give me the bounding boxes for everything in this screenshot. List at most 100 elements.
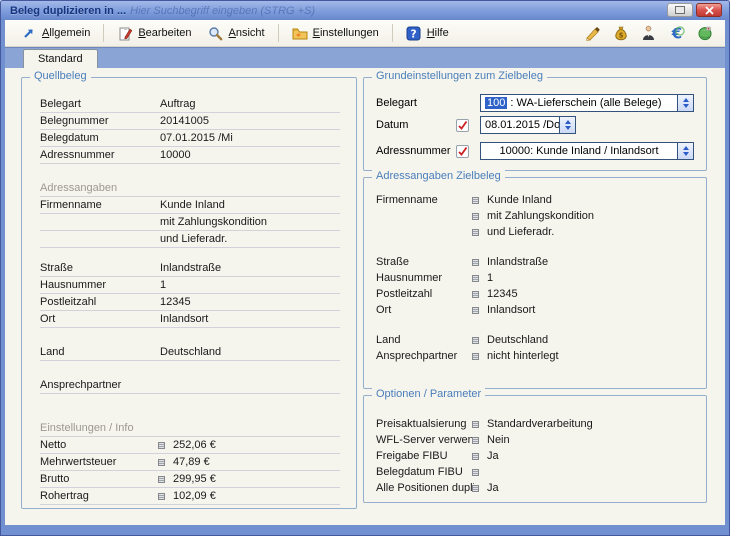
field-value-wrap: und Lieferadr. [474, 226, 554, 238]
menu-hilfe[interactable]: ? Hilfe [398, 23, 457, 43]
restore-button[interactable] [667, 3, 693, 17]
value-bullet-icon [158, 459, 165, 466]
field-row: Postleitzahl12345 [376, 286, 692, 302]
belegart-combobox[interactable]: 100 : WA-Lieferschein (alle Belege) [480, 94, 694, 112]
row-gap [40, 394, 340, 420]
money-bag-icon[interactable]: $ [612, 25, 629, 42]
field-value: Ja [487, 482, 499, 494]
field-value: Deutschland [160, 346, 221, 358]
field-value-wrap: nicht hinterlegt [474, 350, 559, 362]
row-gap [376, 318, 692, 332]
value-bullet-icon [472, 453, 479, 460]
field-value-wrap: und Lieferadr. [160, 233, 227, 245]
field-label: Brutto [40, 473, 160, 485]
field-value: 252,06 € [173, 439, 216, 451]
field-value-wrap: mit Zahlungskondition [160, 216, 267, 228]
value-bullet-icon [472, 437, 479, 444]
datum-checkbox[interactable] [456, 119, 469, 132]
section-header-row: Adressangaben [40, 180, 340, 197]
menu-ansicht[interactable]: Ansicht [200, 23, 273, 43]
red-check-icon [457, 120, 468, 131]
field-row: Alle Positionen duplizieren Ja [376, 480, 692, 496]
field-value-wrap: Inlandsort [474, 304, 535, 316]
spinner-button[interactable] [677, 95, 693, 111]
titlebar[interactable]: Beleg duplizieren in ... Hier Suchbegrif… [1, 1, 729, 20]
content-area: Quellbeleg BelegartAuftragBelegnummer201… [5, 68, 725, 525]
field-value: Nein [487, 434, 510, 446]
customer-icon[interactable] [640, 25, 657, 42]
adressnummer-combobox[interactable]: 10000: Kunde Inland / Inlandsort [480, 142, 694, 160]
field-row: Hausnummer1 [376, 270, 692, 286]
field-value-wrap: Kunde Inland [474, 194, 552, 206]
field-label: Ort [40, 313, 160, 325]
field-value-wrap: Inlandstraße [160, 262, 221, 274]
value-bullet-icon [472, 337, 479, 344]
field-value: Auftrag [160, 98, 195, 110]
field-label: Freigabe FIBU [376, 450, 474, 462]
combo-value: 10000: Kunde Inland / Inlandsort [481, 143, 677, 159]
field-row: LandDeutschland [40, 344, 340, 361]
checkbox-slot [456, 145, 480, 158]
adressnummer-checkbox[interactable] [456, 145, 469, 158]
field-value-wrap: 1 [160, 279, 166, 291]
field-row: Adressnummer10000 [40, 147, 340, 164]
field-value: Kunde Inland [487, 194, 552, 206]
section-header-row: Einstellungen / Info [40, 420, 340, 437]
field-row: Freigabe FIBUJa [376, 448, 692, 464]
field-row: Postleitzahl12345 [40, 294, 340, 311]
value-bullet-icon [472, 213, 479, 220]
tab-standard[interactable]: Standard [23, 49, 98, 68]
value-bullet-icon [472, 291, 479, 298]
value-bullet-icon [472, 229, 479, 236]
field-label: Datum [376, 119, 456, 131]
field-label: Alle Positionen duplizieren [376, 482, 474, 494]
value-bullet-icon [158, 442, 165, 449]
row-gap [40, 328, 340, 344]
field-row: Belegdatum07.01.2015 /Mi [40, 130, 340, 147]
field-row: Brutto299,95 € [40, 471, 340, 488]
menu-bearbeiten[interactable]: Bearbeiten [109, 23, 199, 43]
field-label: Belegart [40, 98, 160, 110]
adressnummer-row: Adressnummer 10000: Kunde Inland / Inlan… [376, 142, 694, 160]
field-row: Ansprechpartner [40, 377, 340, 394]
field-row: StraßeInlandstraße [40, 260, 340, 277]
field-value: 47,89 € [173, 456, 210, 468]
field-value: Inlandsort [487, 304, 535, 316]
field-label: Ort [376, 304, 474, 316]
system-globe-icon[interactable] [696, 25, 713, 42]
group-title: Adressangaben Zielbeleg [372, 170, 505, 182]
pen-icon[interactable] [584, 25, 601, 42]
menu-einstellungen[interactable]: Einstellungen [284, 23, 387, 43]
menu-allgemein[interactable]: Allgemein [13, 23, 98, 43]
field-row: Rohertrag102,09 € [40, 488, 340, 505]
field-label: Hausnummer [40, 279, 160, 291]
menu-label: Hilfe [427, 27, 449, 39]
window-title: Beleg duplizieren in ... [10, 5, 126, 17]
spinner-button[interactable] [677, 143, 693, 159]
value-bullet-icon [472, 485, 479, 492]
datum-row: Datum 08.01.2015 /Do [376, 116, 694, 134]
row-gap [40, 248, 340, 260]
value-bullet-icon [472, 307, 479, 314]
field-label: Firmenname [40, 199, 160, 211]
close-button[interactable] [696, 3, 722, 17]
field-value: 1 [160, 279, 166, 291]
tab-label: Standard [38, 53, 83, 65]
field-row: mit Zahlungskondition [40, 214, 340, 231]
datum-input[interactable]: 08.01.2015 /Do [480, 116, 576, 134]
spinner-button[interactable] [559, 117, 575, 133]
field-label: Belegnummer [40, 115, 160, 127]
field-value-wrap: Deutschland [474, 334, 548, 346]
field-label: Land [376, 334, 474, 346]
menu-label: Bearbeiten [138, 27, 191, 39]
field-row: WFL-Server verwendenNein [376, 432, 692, 448]
euro-icon[interactable]: € [668, 25, 685, 42]
field-row: Ort Inlandsort [376, 302, 692, 318]
field-value-wrap: 102,09 € [160, 490, 216, 502]
field-value: mit Zahlungskondition [160, 216, 267, 228]
menu-label: Ansicht [229, 27, 265, 39]
value-bullet-icon [472, 421, 479, 428]
field-value-wrap: 252,06 € [160, 439, 216, 451]
optionen-rows: PreisaktualsierungStandardverarbeitungWF… [364, 396, 706, 502]
toolbar-separator [103, 24, 104, 42]
